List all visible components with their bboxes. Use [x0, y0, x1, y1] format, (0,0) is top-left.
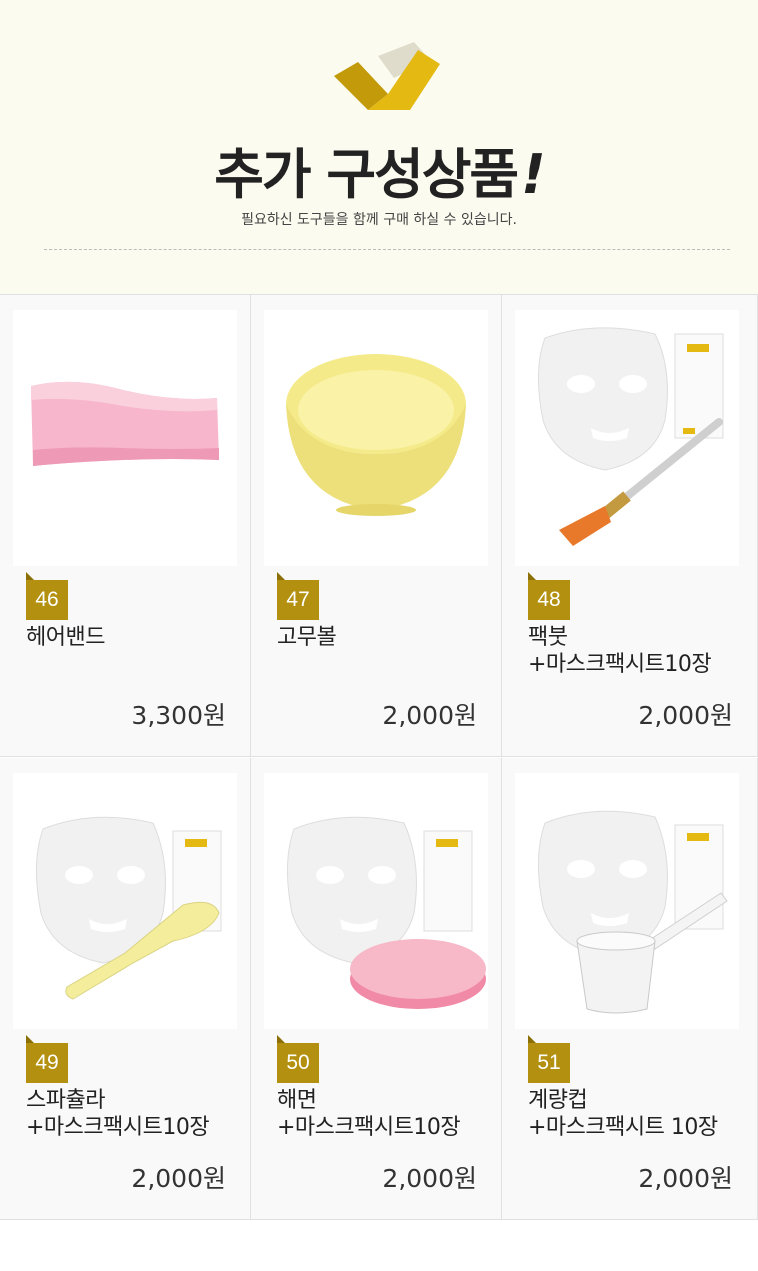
product-name[interactable]: 고무볼	[277, 624, 337, 651]
product-price: 2,000원	[638, 1164, 733, 1193]
product-price: 2,000원	[638, 701, 733, 730]
product-name[interactable]: 스파츌라 +마스크팩시트10장	[26, 1087, 210, 1141]
product-name[interactable]: 계량컵 +마스크팩시트 10장	[528, 1087, 718, 1141]
product-price: 2,000원	[131, 1164, 226, 1193]
dashed-divider	[44, 249, 730, 250]
check-logo-icon	[334, 42, 440, 110]
product-number-badge: 51	[528, 1035, 570, 1083]
product-image[interactable]	[515, 773, 739, 1029]
product-grid: 46 헤어밴드 3,300원 47 고무볼 2,000원 48 팩붓 +마스크팩…	[0, 294, 758, 1220]
product-card[interactable]: 47 고무볼 2,000원	[251, 295, 502, 757]
product-card[interactable]: 46 헤어밴드 3,300원	[0, 295, 251, 757]
product-number-badge: 49	[26, 1035, 68, 1083]
mask-sponge-icon	[287, 816, 486, 1009]
product-image[interactable]	[264, 310, 488, 566]
product-image[interactable]	[264, 773, 488, 1029]
rubber-bowl-icon	[286, 354, 466, 516]
product-card[interactable]: 48 팩붓 +마스크팩시트10장 2,000원	[502, 295, 758, 757]
product-name[interactable]: 헤어밴드	[26, 624, 105, 651]
product-card[interactable]: 51 계량컵 +마스크팩시트 10장 2,000원	[502, 758, 758, 1220]
page-subtitle: 필요하신 도구들을 함께 구매 하실 수 있습니다.	[241, 212, 517, 228]
product-number-badge: 50	[277, 1035, 319, 1083]
product-number-badge: 47	[277, 572, 319, 620]
product-name[interactable]: 팩붓 +마스크팩시트10장	[528, 624, 712, 678]
product-price: 2,000원	[382, 1164, 477, 1193]
mask-brush-icon	[538, 327, 724, 546]
product-price: 3,300원	[131, 701, 226, 730]
product-name[interactable]: 해면 +마스크팩시트10장	[277, 1087, 461, 1141]
product-image[interactable]	[13, 310, 237, 566]
hair-band-icon	[31, 381, 219, 466]
product-number-badge: 46	[26, 572, 68, 620]
header-section: 추가 구성상품! 필요하신 도구들을 함께 구매 하실 수 있습니다.	[0, 0, 758, 294]
mask-measuring-cup-icon	[538, 810, 728, 1014]
page-title: 추가 구성상품!	[214, 143, 546, 206]
mask-spatula-icon	[36, 816, 222, 1000]
product-image[interactable]	[13, 773, 237, 1029]
product-number-badge: 48	[528, 572, 570, 620]
product-card[interactable]: 50 해면 +마스크팩시트10장 2,000원	[251, 758, 502, 1220]
product-image[interactable]	[515, 310, 739, 566]
product-card[interactable]: 49 스파츌라 +마스크팩시트10장 2,000원	[0, 758, 251, 1220]
product-price: 2,000원	[382, 701, 477, 730]
